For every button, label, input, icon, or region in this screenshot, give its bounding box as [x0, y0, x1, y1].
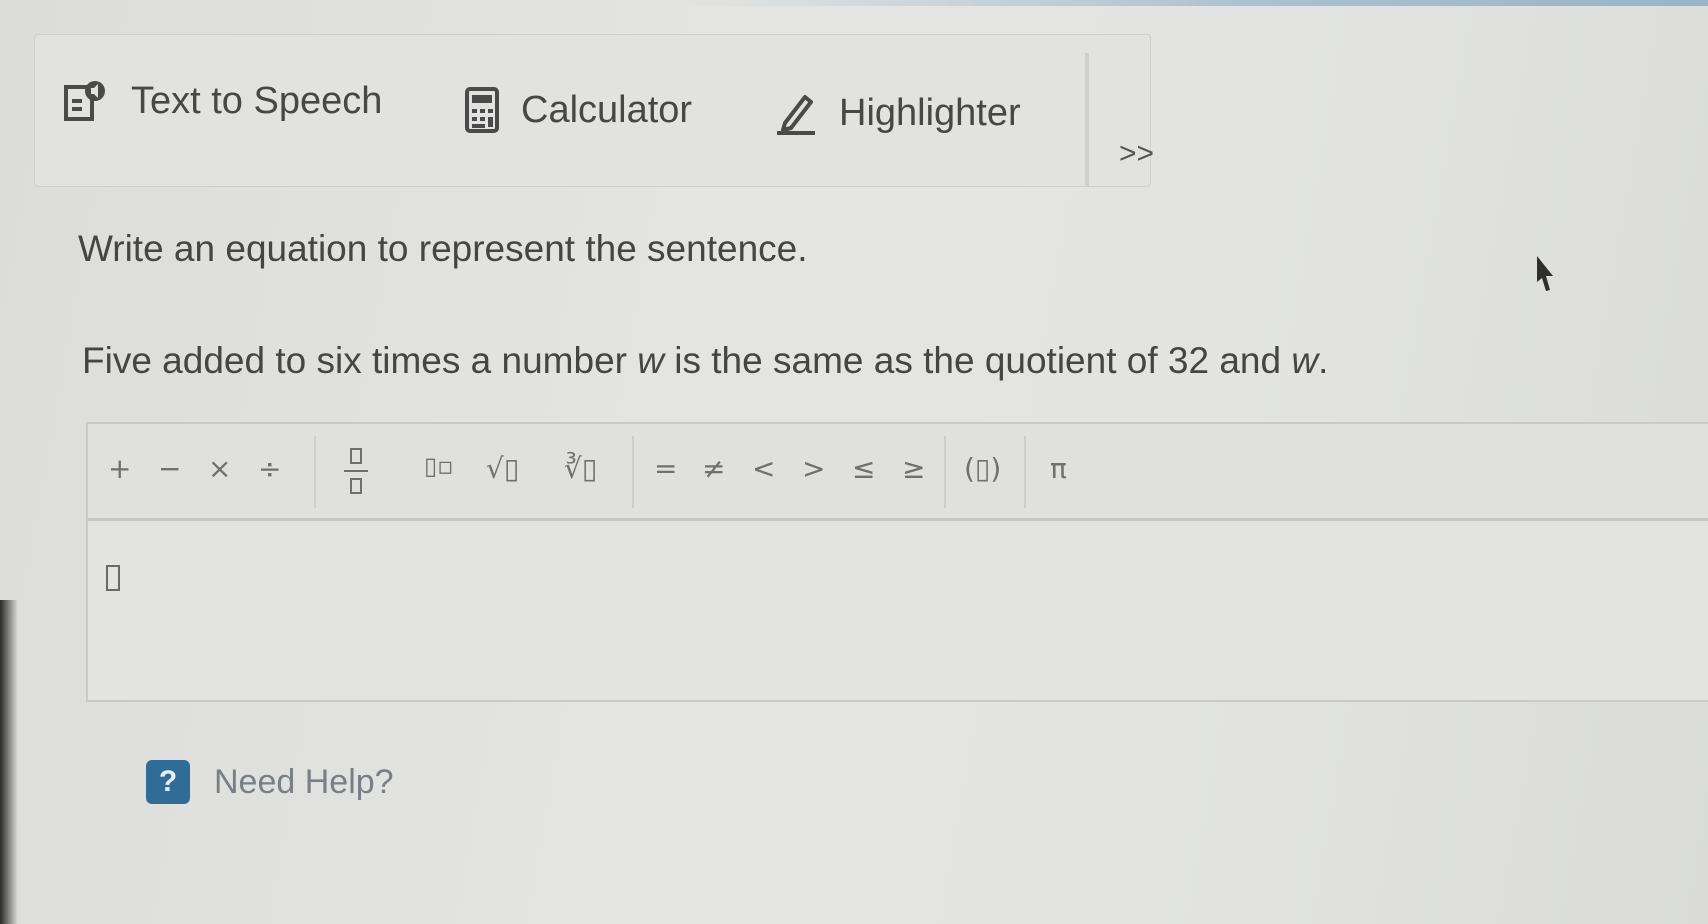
need-help-label: Need Help?	[214, 762, 394, 801]
calculator-button[interactable]: Calculator	[465, 87, 692, 133]
sentence-part-1: Five added to six times a number	[82, 340, 638, 381]
highlighter-pen-icon	[775, 91, 817, 135]
numerator-box	[350, 448, 362, 464]
greater-equal-button[interactable]: ≥	[902, 452, 925, 485]
highlighter-button[interactable]: Highlighter	[775, 91, 1021, 135]
palette-divider	[1024, 436, 1026, 508]
toolbar-divider	[1085, 53, 1089, 187]
palette-divider	[632, 436, 634, 508]
parentheses-button[interactable]: (▯)	[964, 452, 1001, 485]
sentence-end: .	[1318, 340, 1329, 381]
highlighter-label: Highlighter	[839, 91, 1021, 134]
pi-button[interactable]: π	[1050, 452, 1067, 485]
answer-placeholder-box[interactable]	[106, 565, 120, 591]
calculator-icon	[465, 87, 499, 133]
less-than-button[interactable]: <	[752, 452, 775, 485]
need-help-button[interactable]: ? Need Help?	[146, 760, 394, 804]
divide-button[interactable]: ÷	[258, 452, 281, 485]
square-root-button[interactable]: √▯	[486, 452, 519, 485]
equals-button[interactable]: =	[654, 452, 677, 485]
fraction-bar	[344, 470, 368, 472]
times-button[interactable]: ×	[208, 452, 231, 485]
top-accent-bar	[0, 0, 1708, 6]
question-instruction: Write an equation to represent the sente…	[78, 228, 808, 269]
plus-button[interactable]: +	[108, 452, 131, 485]
minus-button[interactable]: −	[158, 452, 181, 485]
question-mark-icon: ?	[146, 760, 190, 804]
screen-bezel-shadow	[0, 600, 18, 924]
not-equal-button[interactable]: ≠	[702, 452, 725, 485]
math-symbol-palette: + − × ÷ ▯▫ √▯ ∛▯ = ≠ < > ≤ ≥ (▯) π	[88, 424, 1708, 521]
speaker-book-icon	[63, 79, 109, 123]
sentence-part-2: is the same as the quotient of 32 and	[664, 340, 1292, 381]
question-sentence: Five added to six times a number w is th…	[82, 340, 1328, 382]
nth-root-button[interactable]: ∛▯	[564, 452, 597, 485]
fraction-button[interactable]	[344, 440, 368, 500]
greater-than-button[interactable]: >	[802, 452, 825, 485]
text-to-speech-button[interactable]: Text to Speech	[63, 79, 382, 123]
calculator-label: Calculator	[521, 88, 693, 131]
denominator-box	[350, 478, 362, 494]
math-answer-editor: + − × ÷ ▯▫ √▯ ∛▯ = ≠ < > ≤ ≥ (▯) π	[86, 422, 1708, 702]
palette-divider	[314, 436, 316, 508]
mouse-pointer-icon	[1533, 254, 1557, 299]
answer-input-area[interactable]	[88, 521, 1708, 701]
variable-w: w	[637, 340, 664, 381]
exponent-button[interactable]: ▯▫	[424, 452, 453, 480]
less-equal-button[interactable]: ≤	[852, 452, 875, 485]
more-tools-button[interactable]: >>	[1119, 137, 1154, 171]
text-to-speech-label: Text to Speech	[131, 79, 383, 122]
palette-divider	[944, 436, 946, 508]
tools-toolbar: Text to Speech Calculator Highlighter >>	[34, 34, 1154, 187]
variable-w: w	[1291, 340, 1319, 381]
